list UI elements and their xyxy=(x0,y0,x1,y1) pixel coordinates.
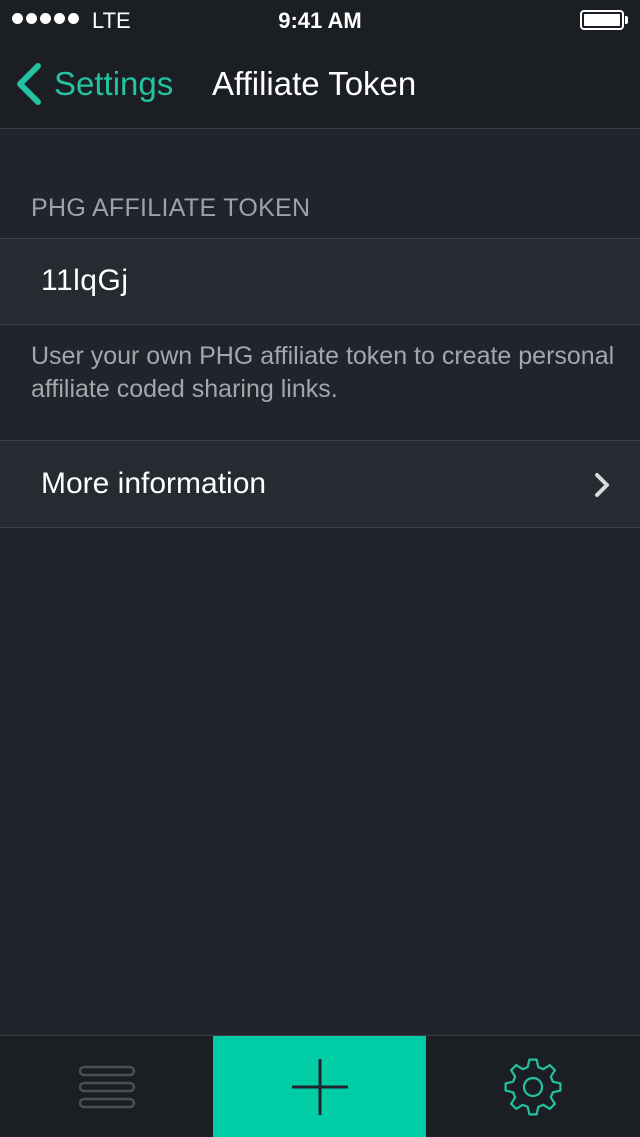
battery-tip xyxy=(625,16,628,24)
navigation-bar: Settings Affiliate Token xyxy=(0,40,640,129)
plus-icon xyxy=(291,1058,348,1115)
list-icon xyxy=(78,1065,135,1108)
back-label: Settings xyxy=(54,65,174,102)
affiliate-token-field[interactable]: 11lqGj xyxy=(0,238,640,325)
section-header: PHG AFFILIATE TOKEN xyxy=(31,194,311,222)
chevron-right-icon xyxy=(595,473,609,497)
page-title: Affiliate Token xyxy=(212,65,417,102)
status-time: 9:41 AM xyxy=(278,8,362,33)
gear-icon xyxy=(504,1058,562,1115)
status-bar: LTE 9:41 AM xyxy=(0,0,640,40)
tab-settings[interactable] xyxy=(426,1036,640,1137)
battery-level xyxy=(584,14,620,26)
chevron-left-icon xyxy=(17,63,41,105)
more-information-label: More information xyxy=(41,467,267,500)
battery-icon xyxy=(580,10,624,30)
tab-add[interactable] xyxy=(213,1036,426,1137)
tab-list[interactable] xyxy=(0,1036,213,1137)
section-footer-note: User your own PHG affiliate token to cre… xyxy=(31,342,615,403)
affiliate-token-value[interactable]: 11lqGj xyxy=(41,264,129,298)
more-information-row[interactable]: More information xyxy=(0,440,640,528)
tab-bar xyxy=(0,1035,640,1137)
back-button[interactable]: Settings xyxy=(14,62,173,106)
